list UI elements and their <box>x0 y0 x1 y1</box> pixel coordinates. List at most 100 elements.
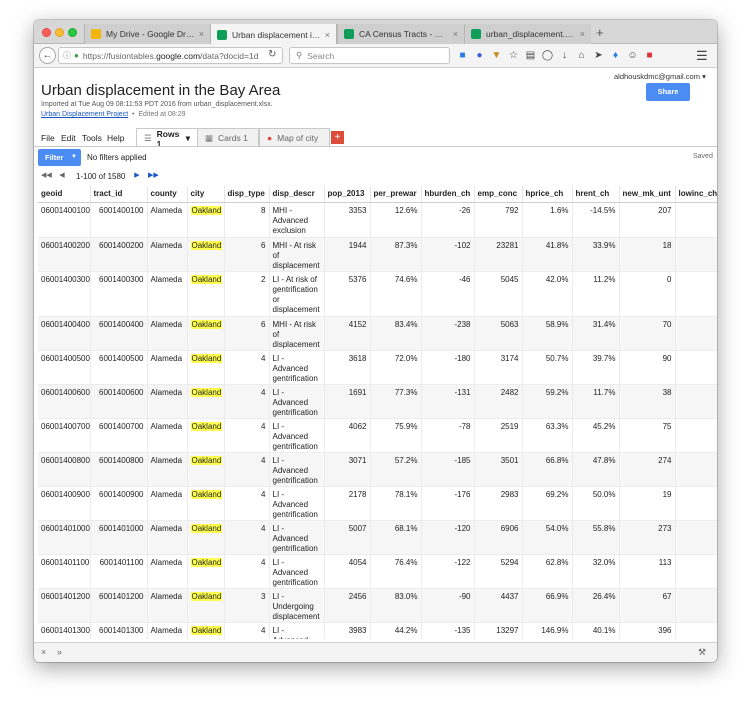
table-cell-disp-descr[interactable]: LI - Undergoing displacement <box>269 588 325 623</box>
table-cell-new-mk-unt[interactable]: 90 <box>619 350 676 385</box>
table-cell-pop-2013[interactable]: 4152 <box>324 316 371 351</box>
table-cell-city[interactable]: Oakland <box>187 316 225 351</box>
next-page-icon[interactable]: ▶ <box>132 171 142 181</box>
table-cell-county[interactable]: Alameda <box>147 202 188 238</box>
table-cell-new-mk-unt[interactable]: 273 <box>619 520 676 555</box>
table-cell-hrent-ch[interactable]: -14.5% <box>572 202 620 238</box>
file-menu[interactable]: File <box>41 133 55 143</box>
table-cell-city[interactable]: Oakland <box>187 622 225 639</box>
table-cell-geoid[interactable]: 06001401300 <box>38 622 91 639</box>
table-cell-hrent-ch[interactable]: 26.4% <box>572 588 620 623</box>
table-cell-county[interactable]: Alameda <box>147 486 188 521</box>
table-cell-city[interactable]: Oakland <box>187 452 225 487</box>
table-cell-per-prewar[interactable]: 87.3% <box>370 237 422 272</box>
table-cell-new-mk-unt[interactable]: 0 <box>619 271 676 317</box>
table-cell-hrent-ch[interactable]: 40.1% <box>572 622 620 639</box>
reader-icon[interactable]: ▤ <box>524 49 537 62</box>
table-cell-lowinc-ch[interactable]: -105 <box>675 452 717 487</box>
table-cell-hprice-ch[interactable]: 63.3% <box>522 418 573 453</box>
table-cell-new-mk-unt[interactable]: 274 <box>619 452 676 487</box>
table-cell-hburden-ch[interactable]: -90 <box>421 588 475 623</box>
table-cell-disp-descr[interactable]: LI - Advanced gentrification <box>269 452 325 487</box>
table-cell-hburden-ch[interactable]: -185 <box>421 452 475 487</box>
table-cell-disp-type[interactable]: 4 <box>224 350 270 385</box>
table-cell-tract-id[interactable]: 6001401300 <box>90 622 148 639</box>
send-icon[interactable]: ➤ <box>592 49 605 62</box>
tab-cards[interactable]: ▦ Cards 1 <box>197 128 259 147</box>
add-tab-button[interactable]: + <box>331 131 344 144</box>
table-cell-disp-type[interactable]: 8 <box>224 202 270 238</box>
table-cell-disp-type[interactable]: 4 <box>224 452 270 487</box>
column-header-lowinc-ch[interactable]: lowinc_ch <box>675 186 717 203</box>
last-page-icon[interactable]: ▶▶ <box>148 171 159 181</box>
table-cell-per-prewar[interactable]: 83.0% <box>370 588 422 623</box>
table-cell-emp-conc[interactable]: 5063 <box>474 316 523 351</box>
table-row[interactable]: 06001401100 6001401100 Alameda Oakland 4 LI -… <box>38 554 717 589</box>
column-header-county[interactable]: county <box>147 186 188 203</box>
bookmark-star-icon[interactable]: ☆ <box>507 49 520 62</box>
table-cell-per-prewar[interactable]: 68.1% <box>370 520 422 555</box>
table-cell-emp-conc[interactable]: 2482 <box>474 384 523 419</box>
table-cell-emp-conc[interactable]: 3174 <box>474 350 523 385</box>
table-cell-disp-type[interactable]: 4 <box>224 486 270 521</box>
browser-tab-drive[interactable]: My Drive - Google Drive × <box>84 24 210 44</box>
table-cell-pop-2013[interactable]: 1944 <box>324 237 371 272</box>
table-cell-tract-id[interactable]: 6001400300 <box>90 271 148 317</box>
table-cell-hburden-ch[interactable]: -26 <box>421 202 475 238</box>
table-cell-hburden-ch[interactable]: -131 <box>421 384 475 419</box>
table-cell-disp-descr[interactable]: LI - Advanced gentrification <box>269 622 325 639</box>
table-cell-emp-conc[interactable]: 792 <box>474 202 523 238</box>
close-tab-icon[interactable]: × <box>453 29 458 39</box>
close-tab-icon[interactable]: × <box>325 30 330 40</box>
table-cell-hrent-ch[interactable]: 50.0% <box>572 486 620 521</box>
table-cell-emp-conc[interactable]: 5045 <box>474 271 523 317</box>
table-cell-county[interactable]: Alameda <box>147 316 188 351</box>
table-cell-hburden-ch[interactable]: -46 <box>421 271 475 317</box>
browser-tab-xlsx[interactable]: urban_displacement.xlsx - ... × <box>464 24 591 44</box>
extension-icon[interactable]: ● <box>473 49 486 62</box>
table-cell-lowinc-ch[interactable]: -40 <box>675 588 717 623</box>
project-link[interactable]: Urban Displacement Project <box>41 111 128 118</box>
table-cell-per-prewar[interactable]: 72.0% <box>370 350 422 385</box>
table-cell-disp-descr[interactable]: LI - Advanced gentrification <box>269 350 325 385</box>
table-cell-county[interactable]: Alameda <box>147 237 188 272</box>
table-cell-tract-id[interactable]: 6001400800 <box>90 452 148 487</box>
table-cell-new-mk-unt[interactable]: 207 <box>619 202 676 238</box>
column-header-hrent-ch[interactable]: hrent_ch <box>572 186 620 203</box>
new-tab-button[interactable]: + <box>596 25 604 40</box>
table-cell-city[interactable]: Oakland <box>187 554 225 589</box>
table-cell-disp-type[interactable]: 6 <box>224 316 270 351</box>
table-cell-geoid[interactable]: 06001400200 <box>38 237 91 272</box>
table-cell-hburden-ch[interactable]: -135 <box>421 622 475 639</box>
table-cell-hprice-ch[interactable]: 58.9% <box>522 316 573 351</box>
table-cell-tract-id[interactable]: 6001400500 <box>90 350 148 385</box>
column-header-hprice-ch[interactable]: hprice_ch <box>522 186 573 203</box>
table-cell-city[interactable]: Oakland <box>187 588 225 623</box>
table-cell-disp-descr[interactable]: LI - Advanced gentrification <box>269 520 325 555</box>
table-cell-emp-conc[interactable]: 2519 <box>474 418 523 453</box>
table-cell-pop-2013[interactable]: 2178 <box>324 486 371 521</box>
table-cell-city[interactable]: Oakland <box>187 486 225 521</box>
table-cell-emp-conc[interactable]: 6906 <box>474 520 523 555</box>
extension-badge-icon[interactable]: ■ <box>643 49 656 62</box>
table-cell-per-prewar[interactable]: 76.4% <box>370 554 422 589</box>
table-cell-tract-id[interactable]: 6001400200 <box>90 237 148 272</box>
table-cell-emp-conc[interactable]: 5294 <box>474 554 523 589</box>
table-cell-hrent-ch[interactable]: 45.2% <box>572 418 620 453</box>
pocket-icon[interactable]: ◯ <box>541 49 554 62</box>
share-button[interactable]: Share <box>646 83 690 101</box>
info-icon[interactable]: ⓘ <box>63 50 71 61</box>
column-header-hburden-ch[interactable]: hburden_ch <box>421 186 475 203</box>
table-cell-hrent-ch[interactable]: 32.0% <box>572 554 620 589</box>
table-cell-hprice-ch[interactable]: 62.8% <box>522 554 573 589</box>
table-cell-disp-type[interactable]: 4 <box>224 622 270 639</box>
table-cell-lowinc-ch[interactable]: 60 <box>675 418 717 453</box>
expand-icon[interactable]: » <box>57 647 62 657</box>
table-row[interactable]: 06001401300 6001401300 Alameda Oakland 4 LI -… <box>38 622 717 639</box>
table-cell-pop-2013[interactable]: 2456 <box>324 588 371 623</box>
table-cell-disp-type[interactable]: 6 <box>224 237 270 272</box>
table-cell-new-mk-unt[interactable]: 70 <box>619 316 676 351</box>
column-header-tract-id[interactable]: tract_id <box>90 186 148 203</box>
download-icon[interactable]: ↓ <box>558 49 571 62</box>
browser-tab-census-tracts[interactable]: CA Census Tracts - Google... × <box>337 24 464 44</box>
